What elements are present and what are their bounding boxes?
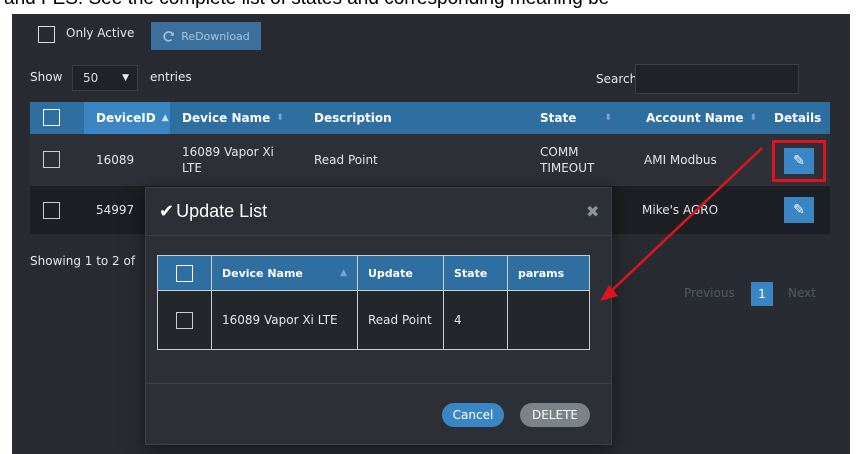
document-caption: and FES. See the complete list of states…: [0, 0, 862, 12]
annotation-arrow: [600, 147, 763, 301]
annotation-arrow-line: [606, 147, 763, 296]
device-list-panel: Only Active ReDownload Show 50 ▼ entries…: [12, 14, 850, 454]
